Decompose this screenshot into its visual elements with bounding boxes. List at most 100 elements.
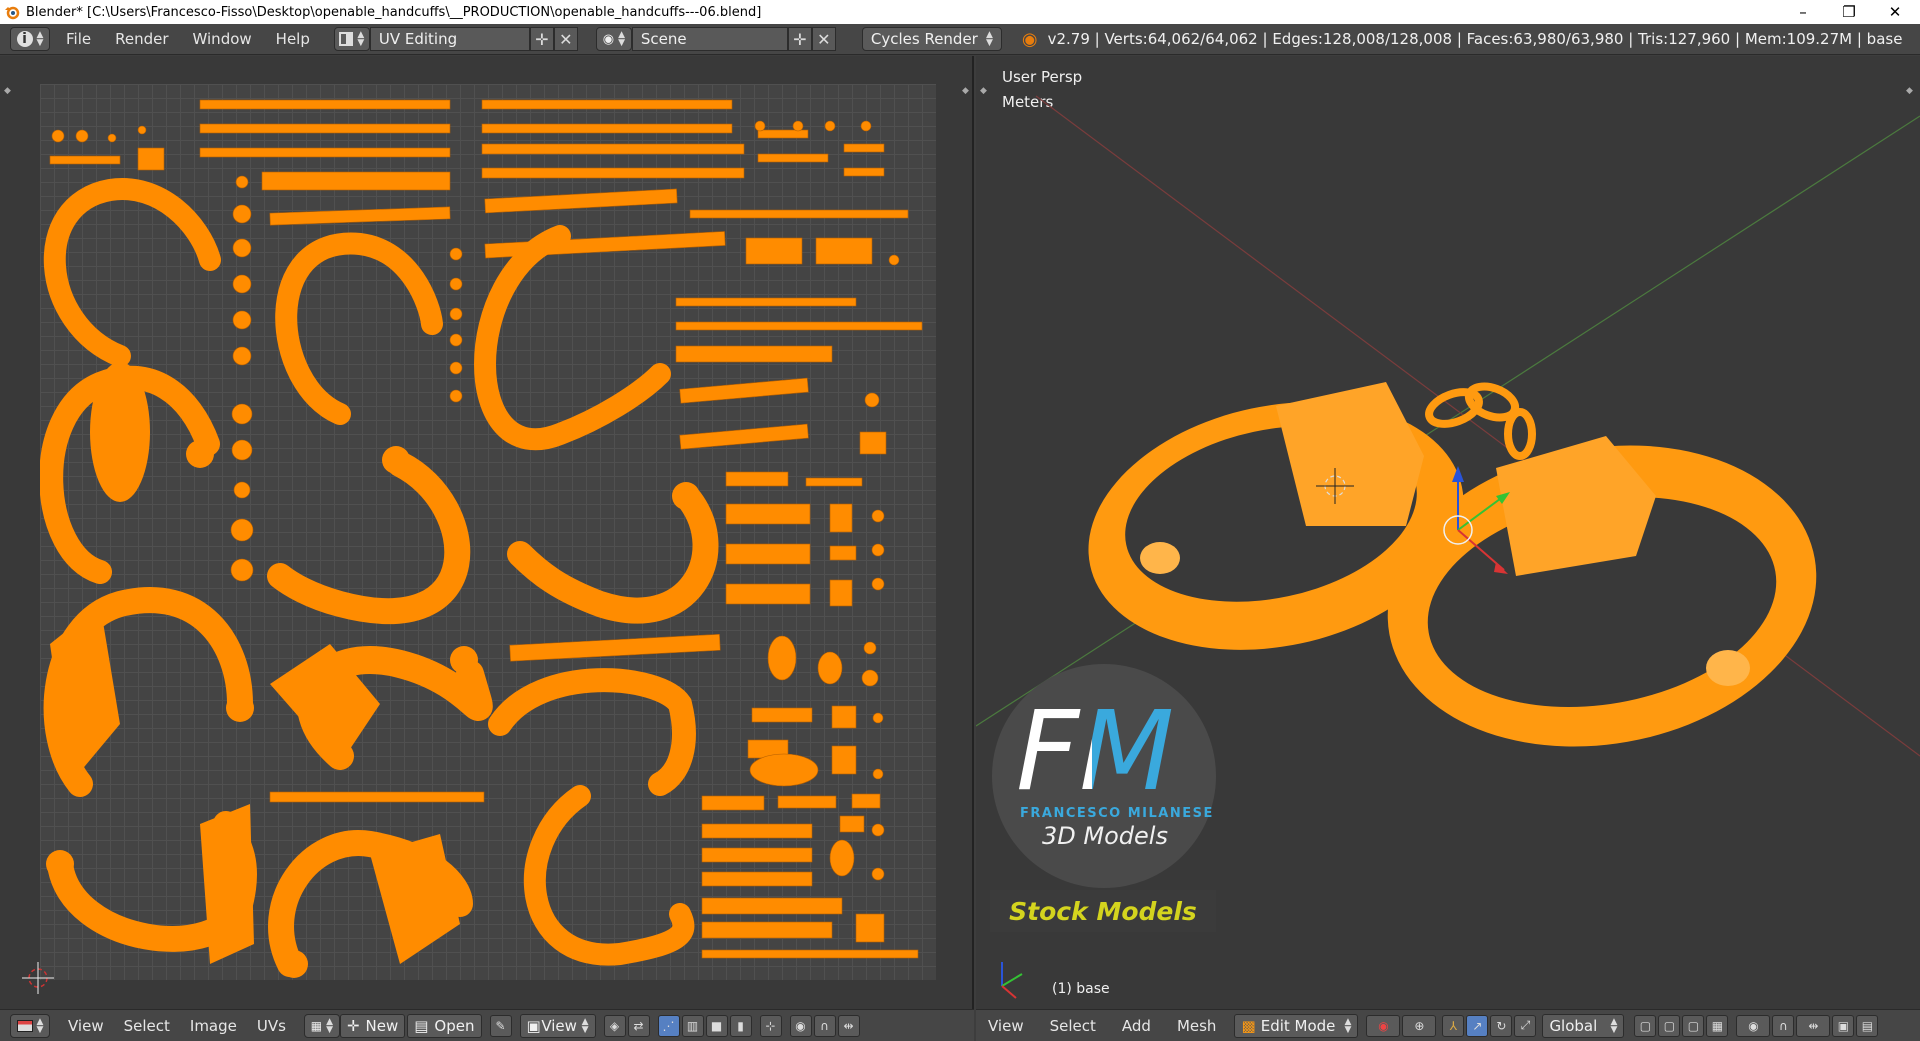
viewport-shading-dropdown[interactable]: ◉ bbox=[1366, 1014, 1401, 1037]
manipulator-toggle-button[interactable]: ⅄ bbox=[1442, 1014, 1465, 1037]
uv-menu-image[interactable]: Image bbox=[180, 1017, 247, 1035]
uv-island bbox=[90, 362, 150, 502]
layer-button-1[interactable]: ▢ bbox=[1634, 1014, 1657, 1037]
uv-island bbox=[261, 171, 451, 191]
film-icon: ▤ bbox=[1861, 1018, 1874, 1033]
pin-button[interactable]: ✎ bbox=[489, 1014, 512, 1037]
snap-toggle-button[interactable]: ∩ bbox=[1772, 1014, 1795, 1037]
proportional-edit-icon: ◉ bbox=[795, 1018, 806, 1033]
uv-island bbox=[269, 791, 485, 803]
proportional-edit-dropdown[interactable]: ◉ bbox=[1736, 1014, 1771, 1037]
remove-scene-button[interactable]: ✕ bbox=[811, 27, 836, 51]
uv-island bbox=[777, 795, 837, 809]
3d-menu-mesh[interactable]: Mesh bbox=[1167, 1017, 1227, 1035]
uv-islands bbox=[39, 99, 923, 978]
menu-render[interactable]: Render bbox=[105, 30, 178, 48]
uv-island bbox=[199, 99, 451, 110]
uv-island bbox=[232, 204, 252, 224]
uv-island bbox=[484, 188, 678, 214]
uv-island bbox=[829, 839, 855, 877]
3d-viewport[interactable]: ◆ ◆ User Persp Meters FM FRANCESCO MILAN… bbox=[976, 56, 1920, 1009]
uv-island bbox=[872, 768, 884, 780]
new-image-button[interactable]: ✛ New bbox=[339, 1013, 406, 1038]
snap-element-dropdown[interactable]: ⇹ bbox=[1796, 1014, 1831, 1037]
add-screen-button[interactable]: ✛ bbox=[529, 27, 554, 51]
interaction-mode-dropdown[interactable]: ▩ Edit Mode ▲ ▼ bbox=[1234, 1013, 1359, 1038]
image-icon: ▦ bbox=[310, 1018, 323, 1033]
layer-button-2[interactable]: ▢ bbox=[1658, 1014, 1681, 1037]
minimize-button[interactable]: – bbox=[1780, 0, 1826, 24]
spinner-arrows-icon: ▲ ▼ bbox=[36, 30, 44, 48]
face-select-button[interactable]: ■ bbox=[705, 1014, 728, 1037]
add-scene-button[interactable]: ✛ bbox=[787, 27, 812, 51]
uv-island bbox=[871, 577, 885, 591]
remove-screen-button[interactable]: ✕ bbox=[553, 27, 578, 51]
uv-island bbox=[449, 361, 463, 375]
uv-canvas[interactable] bbox=[39, 84, 936, 980]
screen-layout-name-field[interactable]: UV Editing bbox=[369, 27, 530, 51]
uv-island bbox=[449, 307, 463, 321]
spinner-arrows-icon: ▲ ▼ bbox=[985, 30, 993, 48]
3d-menu-add[interactable]: Add bbox=[1112, 1017, 1161, 1035]
render-engine-dropdown[interactable]: Cycles Render ▲ ▼ bbox=[861, 27, 1002, 51]
transform-orientation-dropdown[interactable]: Global ▲ ▼ bbox=[1542, 1013, 1625, 1038]
pivot-button[interactable]: ◈ bbox=[603, 1014, 626, 1037]
scale-manipulator-button[interactable]: ⤢ bbox=[1514, 1014, 1537, 1037]
3d-menu-select[interactable]: Select bbox=[1040, 1017, 1106, 1035]
uv-island bbox=[824, 120, 836, 132]
region-toggle-icon[interactable]: ◆ bbox=[4, 86, 11, 96]
3d-menu-view[interactable]: View bbox=[978, 1017, 1034, 1035]
proportional-edit-button[interactable]: ◉ bbox=[789, 1014, 812, 1037]
region-toggle-icon[interactable]: ◆ bbox=[962, 86, 969, 96]
snap-button[interactable]: ∩ bbox=[813, 1014, 836, 1037]
screen-layout-selector[interactable]: ▲ ▼ bbox=[333, 27, 370, 51]
close-x-icon: ✕ bbox=[559, 29, 573, 49]
scene-stats: v2.79 | Verts:64,062/64,062 | Edges:128,… bbox=[1047, 30, 1903, 48]
camera-icon: ▣ bbox=[1837, 1018, 1850, 1033]
menu-help[interactable]: Help bbox=[266, 30, 320, 48]
rotate-icon: ↻ bbox=[1496, 1018, 1507, 1033]
sync-selection-button[interactable]: ⇄ bbox=[627, 1014, 650, 1037]
plus-icon: ✛ bbox=[346, 1016, 360, 1035]
image-browse-selector[interactable]: ▦ ▲ ▼ bbox=[303, 1013, 340, 1038]
editor-type-selector[interactable]: ▲ ▼ bbox=[10, 1013, 50, 1038]
uv-menu-uvs[interactable]: UVs bbox=[247, 1017, 296, 1035]
window-titlebar: Blender* [C:\Users\Francesco-Fisso\Deskt… bbox=[0, 0, 1920, 24]
menu-file[interactable]: File bbox=[56, 30, 101, 48]
vertex-select-button[interactable]: ⋰ bbox=[657, 1014, 680, 1037]
layer-button-3[interactable]: ▢ bbox=[1682, 1014, 1705, 1037]
uv-image-editor[interactable]: ◆ ◆ bbox=[0, 56, 974, 1009]
spinner-arrows-icon: ▲ ▼ bbox=[357, 30, 365, 48]
uv-island bbox=[370, 834, 460, 964]
edge-select-button[interactable]: ▥ bbox=[681, 1014, 704, 1037]
uv-island bbox=[767, 635, 797, 681]
uv-menu-select[interactable]: Select bbox=[114, 1017, 180, 1035]
restore-button[interactable]: ❐ bbox=[1826, 0, 1872, 24]
open-image-button[interactable]: ▤ Open bbox=[407, 1013, 482, 1038]
uv-island bbox=[701, 897, 843, 915]
rotate-manipulator-button[interactable]: ↻ bbox=[1490, 1014, 1513, 1037]
menu-window[interactable]: Window bbox=[183, 30, 262, 48]
scene-selector[interactable]: ◉ ▲ ▼ bbox=[595, 27, 632, 51]
translate-manipulator-button[interactable]: ↗ bbox=[1466, 1014, 1489, 1037]
magnet-icon: ∩ bbox=[1779, 1018, 1788, 1033]
opengl-render-anim-button[interactable]: ▤ bbox=[1856, 1014, 1879, 1037]
sticky-mode-button[interactable]: ⊹ bbox=[759, 1014, 782, 1037]
uv-island bbox=[701, 795, 765, 811]
uv-island bbox=[817, 651, 843, 685]
snap-element-button[interactable]: ⇹ bbox=[837, 1014, 860, 1037]
uv-view-mode-dropdown[interactable]: ▣ View ▲ ▼ bbox=[519, 1013, 596, 1038]
uv-island bbox=[829, 503, 853, 533]
close-button[interactable]: ✕ bbox=[1872, 0, 1918, 24]
layer-button-4[interactable]: ▦ bbox=[1706, 1014, 1729, 1037]
scene-name-field[interactable]: Scene bbox=[631, 27, 788, 51]
uv-island bbox=[843, 167, 885, 177]
opengl-render-button[interactable]: ▣ bbox=[1832, 1014, 1855, 1037]
face-select-icon: ■ bbox=[710, 1018, 723, 1033]
uv-island bbox=[49, 155, 121, 165]
uv-2d-cursor-icon[interactable] bbox=[22, 962, 54, 994]
island-select-button[interactable]: ▮ bbox=[729, 1014, 752, 1037]
uv-menu-view[interactable]: View bbox=[58, 1017, 114, 1035]
editor-type-info-selector[interactable]: i ▲ ▼ bbox=[10, 27, 50, 51]
pivot-point-dropdown[interactable]: ⊕ bbox=[1402, 1014, 1437, 1037]
